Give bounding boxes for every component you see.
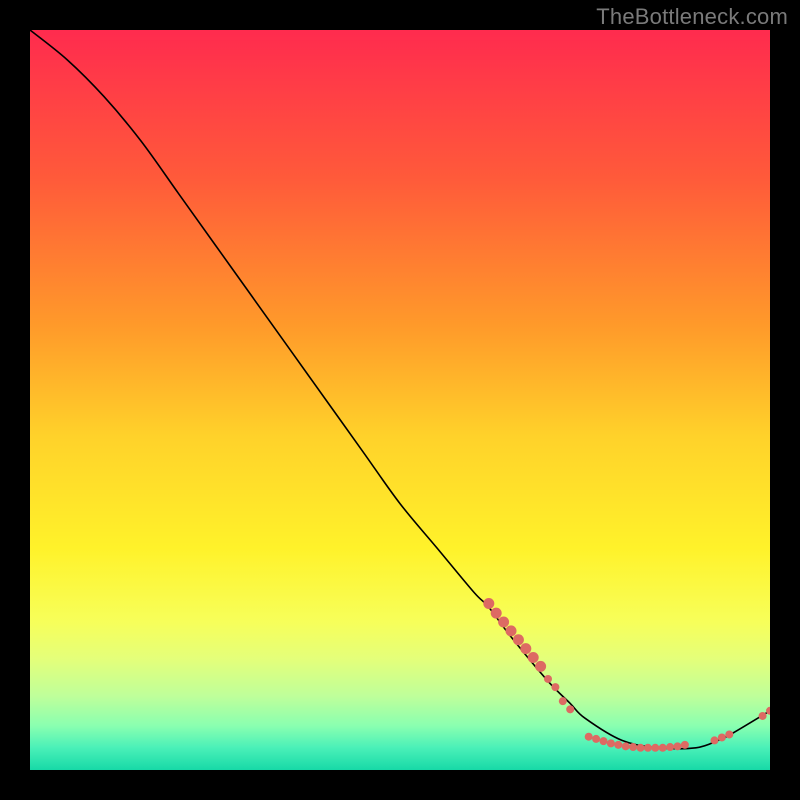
highlight-point	[711, 736, 719, 744]
highlight-point	[718, 733, 726, 741]
highlight-point	[674, 742, 682, 750]
highlight-point	[651, 744, 659, 752]
highlight-point	[513, 634, 524, 645]
highlight-point	[592, 735, 600, 743]
highlight-point	[566, 705, 574, 713]
highlight-point	[759, 712, 767, 720]
highlight-point	[520, 643, 531, 654]
highlight-point	[637, 744, 645, 752]
highlight-point	[483, 598, 494, 609]
highlight-point	[725, 730, 733, 738]
highlight-point	[600, 737, 608, 745]
highlight-point	[607, 739, 615, 747]
highlight-point	[666, 743, 674, 751]
highlight-point	[681, 741, 689, 749]
chart-stage: TheBottleneck.com	[0, 0, 800, 800]
highlight-point	[491, 608, 502, 619]
highlight-point	[622, 742, 630, 750]
highlight-point	[544, 675, 552, 683]
highlight-point	[506, 625, 517, 636]
highlight-point	[528, 652, 539, 663]
plot-area	[30, 30, 770, 770]
highlight-point	[498, 617, 509, 628]
highlight-point	[659, 744, 667, 752]
highlight-point	[629, 743, 637, 751]
highlight-point	[535, 661, 546, 672]
highlight-point	[559, 697, 567, 705]
highlight-point	[551, 683, 559, 691]
highlight-point	[614, 741, 622, 749]
chart-svg	[30, 30, 770, 770]
watermark-text: TheBottleneck.com	[596, 4, 788, 30]
highlight-point	[585, 733, 593, 741]
highlight-point	[644, 744, 652, 752]
